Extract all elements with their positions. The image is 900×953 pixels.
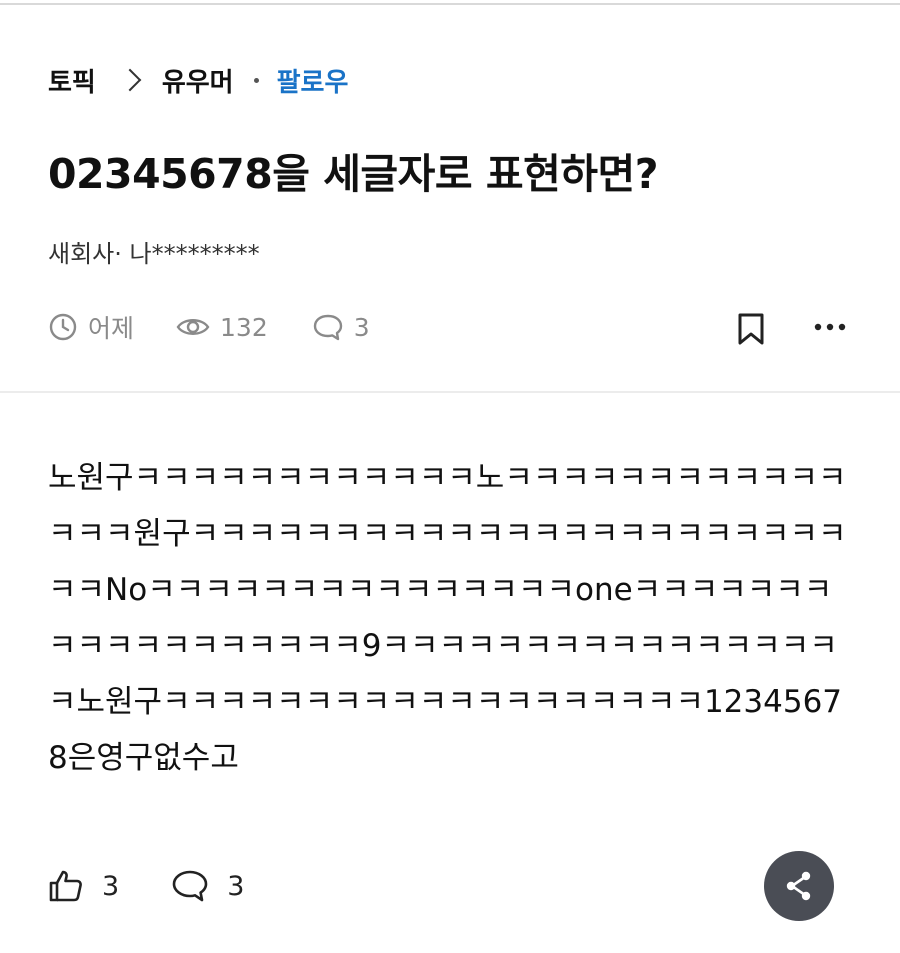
comment-icon [313, 314, 342, 341]
chevron-right-icon [118, 68, 142, 92]
post-meta: 어제 132 3 [48, 307, 370, 347]
meta-comments-count: 3 [353, 312, 370, 342]
breadcrumb: 토픽 유우머 팔로우 [48, 60, 348, 100]
share-button[interactable] [764, 851, 834, 921]
comment-icon [172, 870, 208, 902]
like-button[interactable]: 3 [48, 868, 119, 904]
post-title: 02345678을 세글자로 표현하면? [48, 150, 659, 198]
breadcrumb-topic[interactable]: 토픽 [48, 62, 96, 99]
eye-icon [176, 319, 210, 335]
post-page: 토픽 유우머 팔로우 02345678을 세글자로 표현하면? 새회사· 나**… [0, 0, 900, 953]
divider [0, 391, 900, 393]
more-button[interactable] [810, 312, 850, 342]
meta-views-count: 132 [220, 312, 268, 342]
comment-count: 3 [227, 870, 245, 902]
bookmark-icon [738, 313, 764, 345]
follow-button[interactable]: 팔로우 [277, 62, 349, 99]
more-icon [814, 323, 846, 331]
top-border [0, 3, 900, 5]
meta-views: 132 [176, 312, 268, 342]
like-count: 3 [102, 870, 120, 902]
separator-dot [253, 77, 259, 83]
meta-comments: 3 [312, 312, 370, 342]
thumbs-up-icon [49, 870, 82, 902]
post-author[interactable]: 새회사· 나********* [48, 234, 260, 269]
share-icon [786, 871, 811, 901]
meta-time: 어제 [48, 309, 134, 345]
breadcrumb-category[interactable]: 유우머 [162, 62, 234, 99]
comment-button[interactable]: 3 [171, 868, 244, 904]
post-footer: 3 3 [48, 862, 244, 910]
post-body: 노원구ㅋㅋㅋㅋㅋㅋㅋㅋㅋㅋㅋㅋ노ㅋㅋㅋㅋㅋㅋㅋㅋㅋㅋㅋㅋㅋㅋㅋ원구ㅋㅋㅋㅋㅋㅋㅋ… [48, 460, 847, 776]
clock-icon [49, 313, 77, 341]
bookmark-button[interactable] [734, 311, 768, 347]
meta-time-label: 어제 [88, 314, 135, 343]
